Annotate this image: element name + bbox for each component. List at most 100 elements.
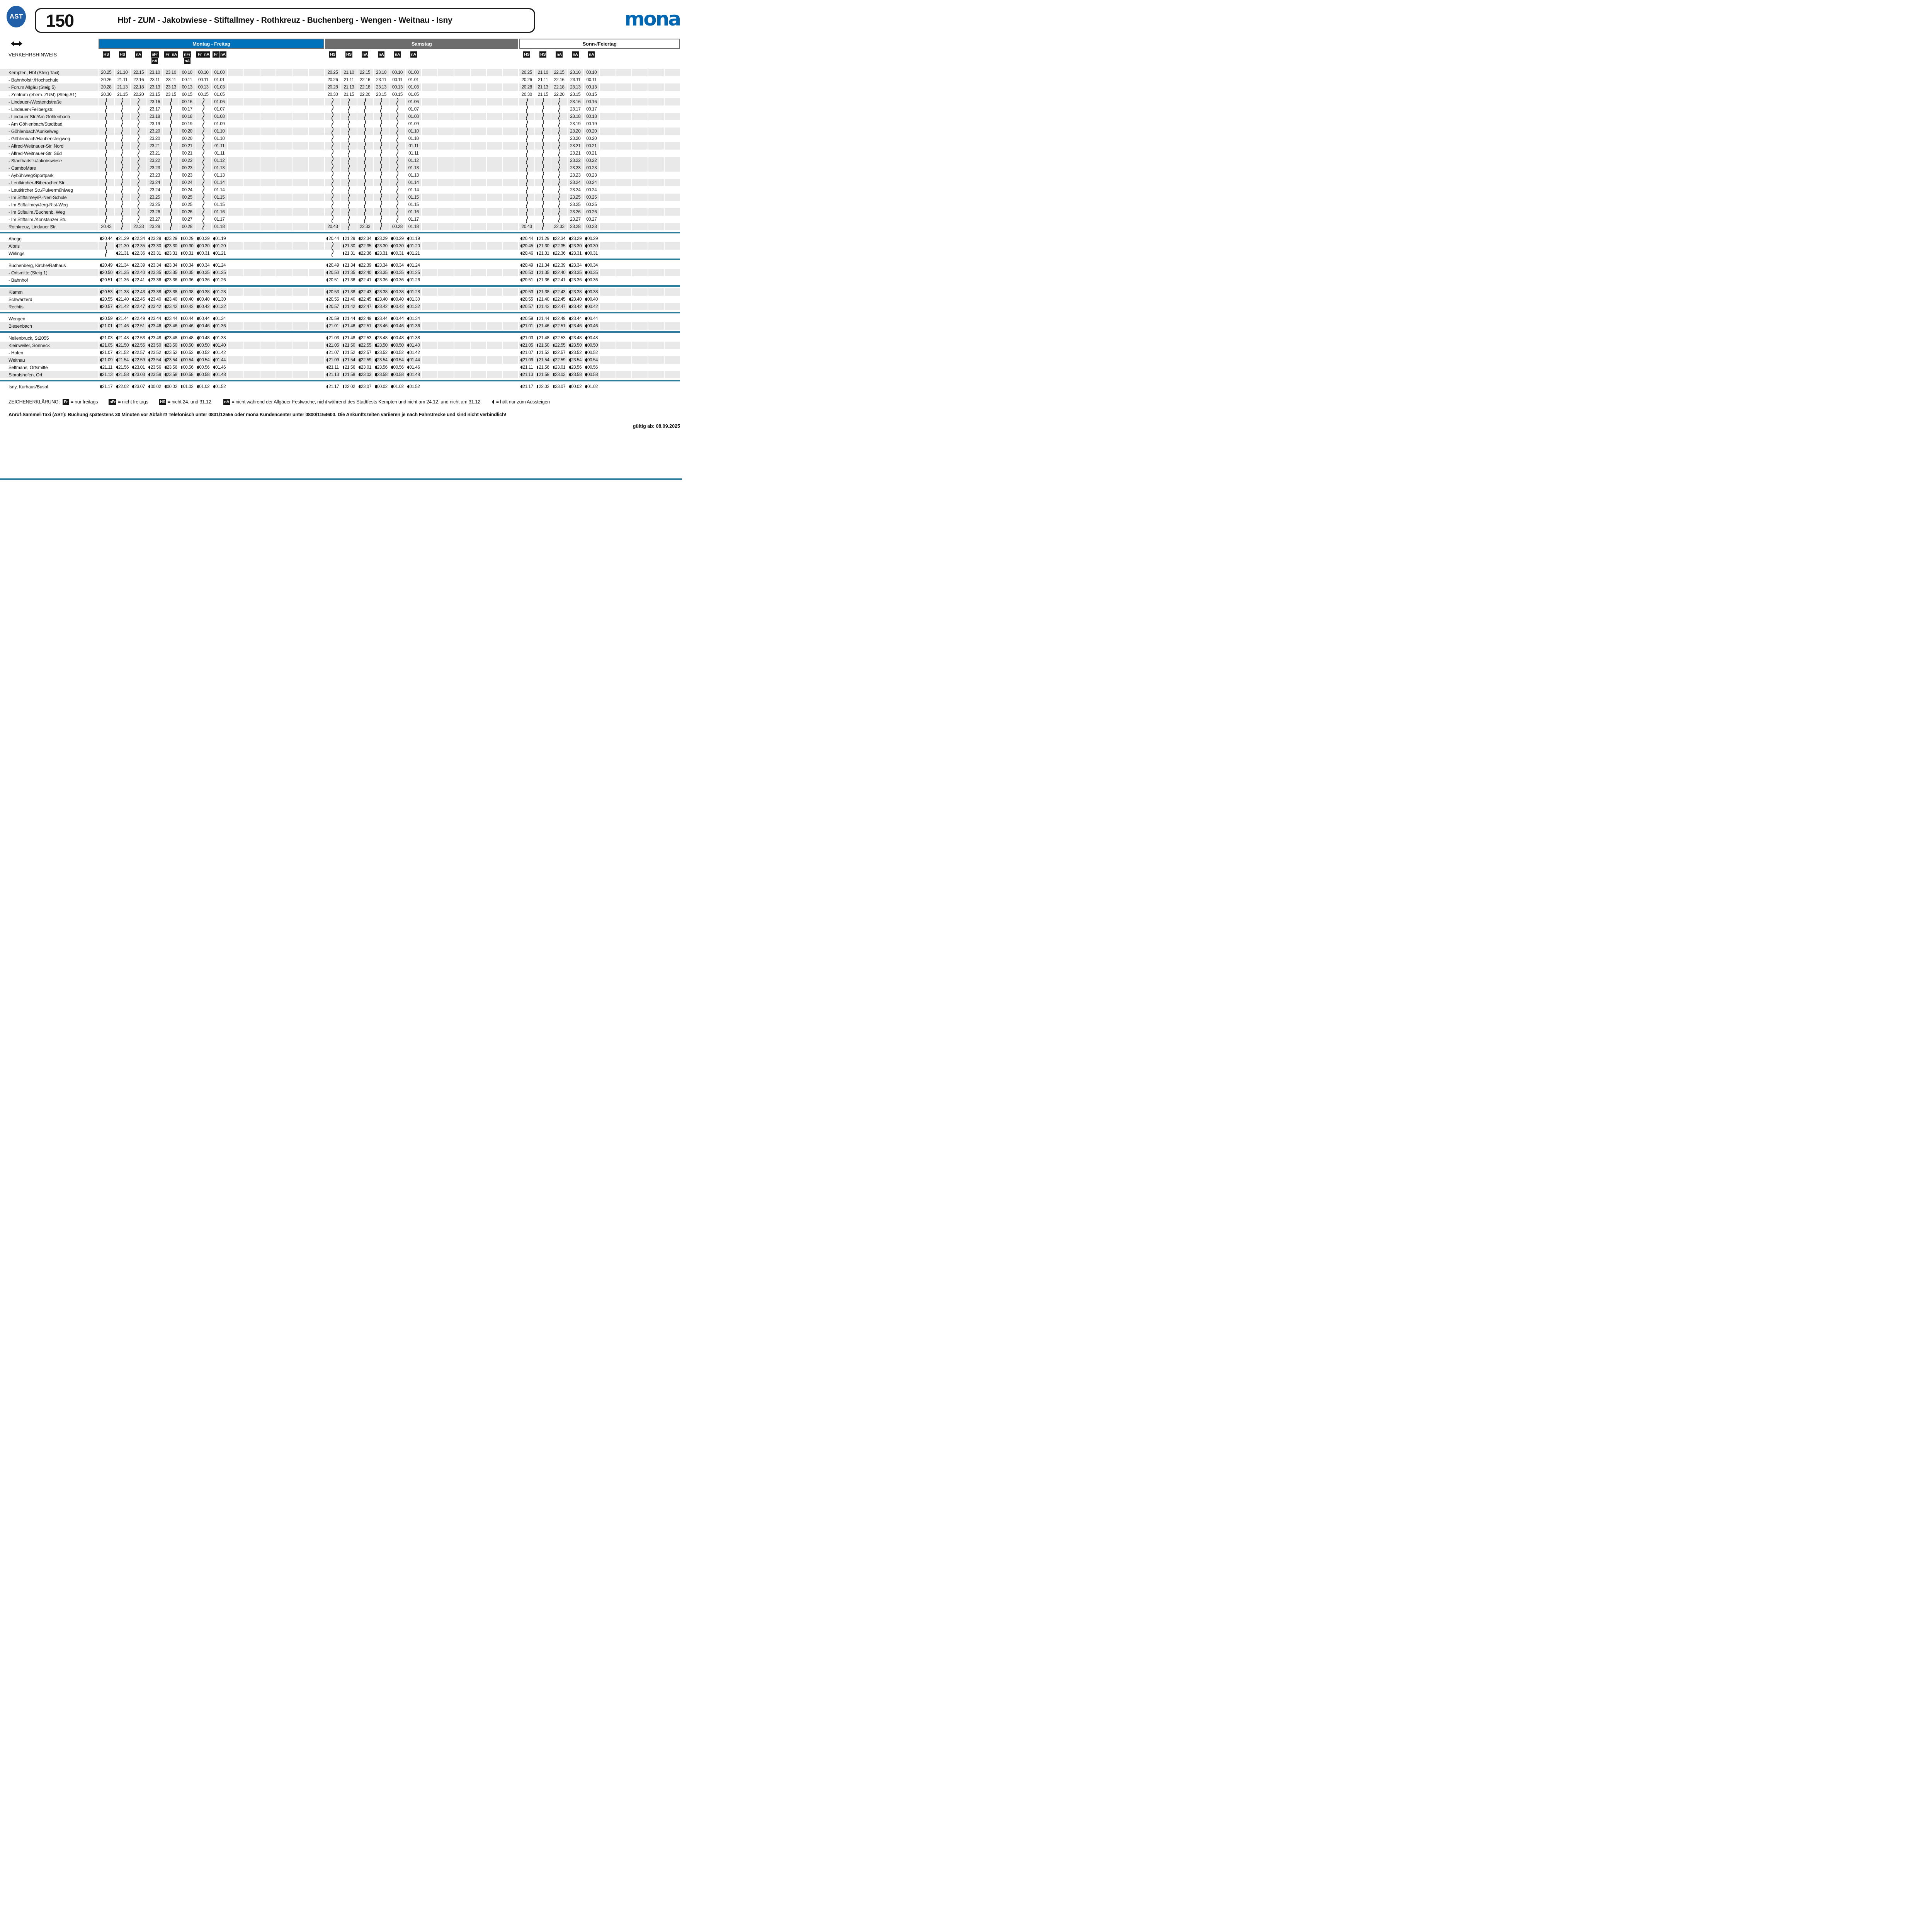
time-cell: 21.10: [535, 69, 551, 76]
time-cell: [600, 223, 616, 230]
time-cell: [422, 288, 437, 296]
time-cell: [115, 113, 130, 120]
route-skip-wavy-line-icon: [558, 179, 561, 186]
time-cell: 23.44: [568, 315, 583, 322]
time-cell: [276, 201, 292, 208]
time-cell: 20.57: [519, 303, 534, 310]
route-skip-wavy-line-icon: [169, 194, 173, 201]
time-cell: [276, 315, 292, 322]
time-cell: 01.01: [406, 76, 421, 83]
route-skip-wavy-line-icon: [169, 98, 173, 105]
stop-name: - CamboMare: [0, 164, 98, 172]
time-cell: [276, 216, 292, 223]
time-cell: [438, 322, 454, 330]
exit-only-icon: [553, 278, 555, 282]
time-cell: [325, 98, 340, 105]
time-cell: [535, 150, 551, 157]
time-cell: [600, 135, 616, 142]
stop-name: Seltmans, Ortsmitte: [0, 364, 98, 371]
time-cell: 20.30: [519, 91, 534, 98]
time-cell: 23.56: [163, 364, 179, 371]
route-skip-wavy-line-icon: [331, 128, 334, 135]
time-cell: [325, 208, 340, 216]
time-cell: [487, 269, 502, 276]
time-cell: 01.10: [406, 128, 421, 135]
time-cell: [99, 201, 114, 208]
time-cell: [535, 186, 551, 194]
time-cell: 23.25: [568, 201, 583, 208]
time-cell: [648, 356, 664, 364]
exit-only-icon: [132, 351, 134, 355]
time-cell: [454, 322, 470, 330]
exit-only-icon: [407, 278, 409, 282]
time-cell: 21.52: [535, 349, 551, 356]
time-cell: [244, 172, 260, 179]
time-cell: [196, 172, 211, 179]
time-cell: [244, 105, 260, 113]
exit-only-icon: [148, 373, 150, 377]
day-band-blue: Montag - Freitag: [99, 39, 324, 49]
time-cell: [471, 235, 486, 242]
time-cell: [374, 172, 389, 179]
time-cell: [309, 235, 324, 242]
stop-name: - Hofen: [0, 349, 98, 356]
time-cell: [632, 91, 648, 98]
time-cell: [374, 194, 389, 201]
legend: ZEICHENERKLÄRUNG: Fr= nur freitagsnFr= n…: [9, 399, 558, 405]
time-cell: [454, 334, 470, 342]
time-cell: [503, 235, 519, 242]
time-cell: 20.50: [519, 269, 534, 276]
time-cell: 00.34: [196, 262, 211, 269]
route-skip-wavy-line-icon: [525, 135, 529, 142]
time-cell: [551, 172, 567, 179]
stop-name: Nellenbruck, St2055: [0, 334, 98, 342]
time-cell: 21.31: [341, 250, 357, 257]
time-cell: 00.36: [584, 276, 599, 284]
column-badge-cell: [471, 49, 486, 69]
time-cell: [454, 150, 470, 157]
route-skip-wavy-line-icon: [541, 150, 545, 157]
time-cell: [196, 208, 211, 216]
exit-only-icon: [213, 278, 215, 282]
time-cell: [99, 208, 114, 216]
time-cell: 23.24: [147, 186, 163, 194]
route-skip-wavy-line-icon: [121, 194, 124, 201]
time-cell: [454, 128, 470, 135]
time-cell: [244, 128, 260, 135]
time-cell: 22.40: [131, 269, 146, 276]
time-cell: 00.35: [389, 269, 405, 276]
time-cell: 01.14: [406, 186, 421, 194]
column-badge-cell: [665, 49, 680, 69]
exit-only-icon: [181, 278, 183, 282]
time-cell: [422, 120, 437, 128]
route-skip-wavy-line-icon: [379, 164, 383, 172]
time-cell: [632, 105, 648, 113]
stop-name: - Lindauer-/Feilbergstr.: [0, 105, 98, 113]
time-cell: 23.54: [147, 356, 163, 364]
time-cell: [648, 172, 664, 179]
time-cell: [487, 201, 502, 208]
time-cell: [665, 98, 680, 105]
route-skip-wavy-line-icon: [541, 113, 545, 120]
time-cell: 01.48: [212, 371, 227, 378]
time-cell: [438, 208, 454, 216]
time-cell: [276, 262, 292, 269]
time-cell: [309, 135, 324, 142]
time-cell: 00.48: [179, 334, 195, 342]
route-skip-wavy-line-icon: [396, 164, 399, 172]
time-cell: [389, 164, 405, 172]
legend-item: nFr= nicht freitags: [109, 399, 148, 405]
time-cell: [503, 322, 519, 330]
time-cell: [196, 98, 211, 105]
time-cell: [422, 242, 437, 250]
exit-only-icon: [585, 290, 587, 294]
time-cell: [648, 157, 664, 164]
time-cell: 20.26: [325, 76, 340, 83]
time-cell: [325, 186, 340, 194]
exit-only-icon: [391, 351, 393, 355]
time-cell: 22.36: [551, 250, 567, 257]
route-skip-wavy-line-icon: [104, 157, 108, 164]
time-cell: 00.50: [584, 342, 599, 349]
time-cell: [600, 356, 616, 364]
time-cell: [244, 91, 260, 98]
